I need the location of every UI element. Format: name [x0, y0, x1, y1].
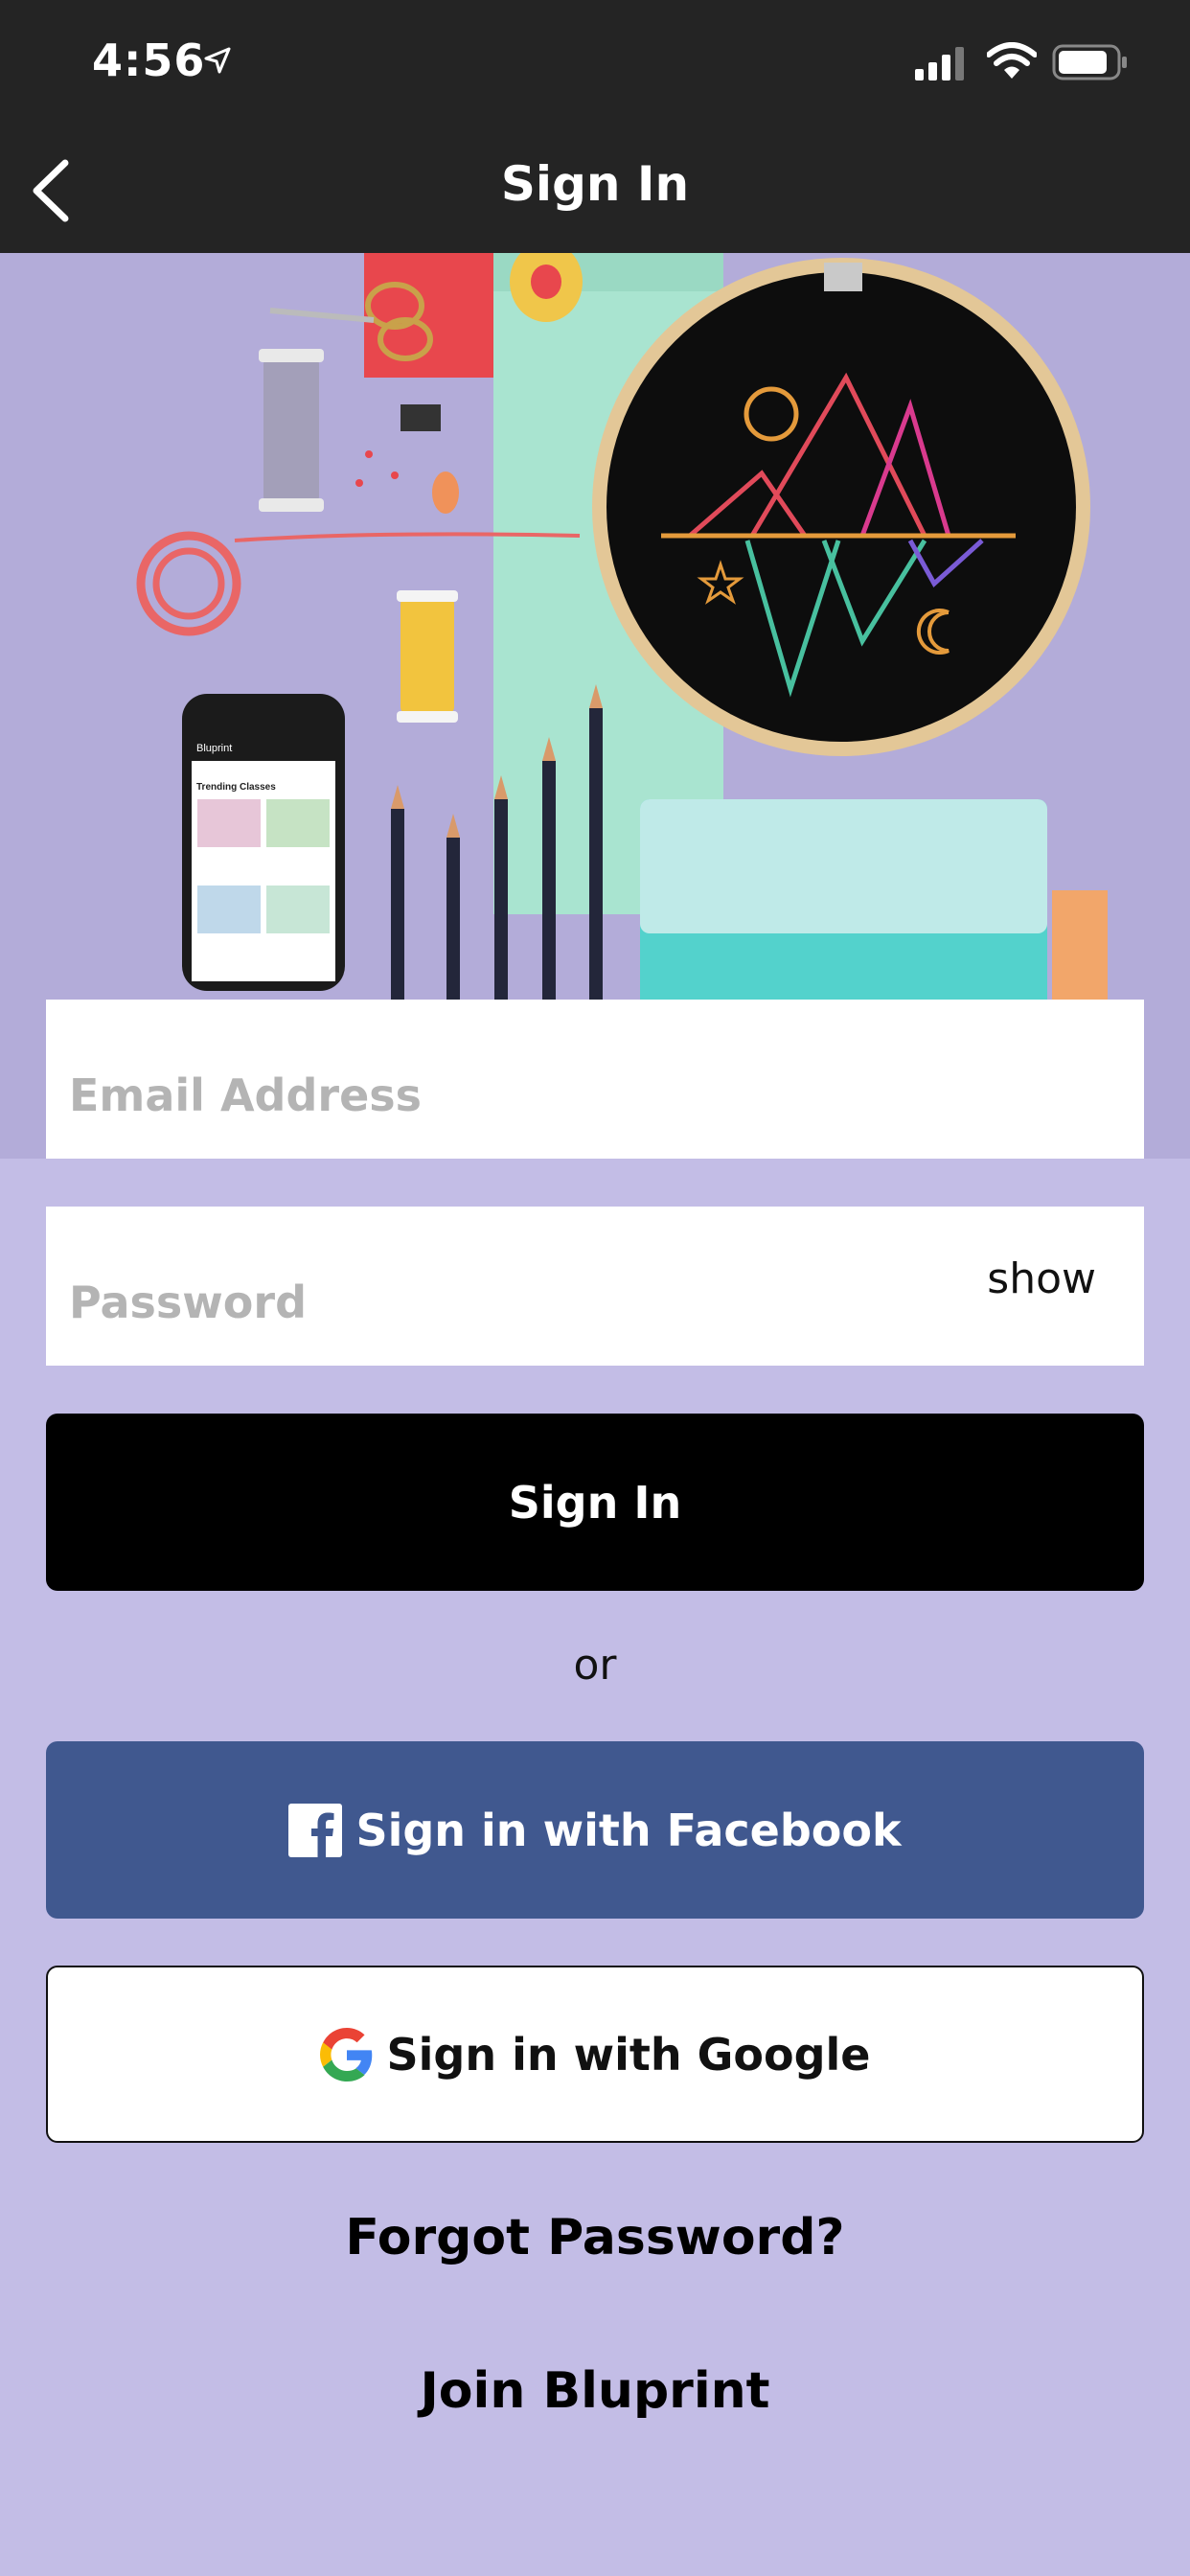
facebook-sign-in-button[interactable]: Sign in with Facebook: [46, 1741, 1144, 1919]
sign-in-button[interactable]: Sign In: [46, 1414, 1144, 1591]
status-time: 4:56: [92, 34, 206, 86]
sign-in-button-label: Sign In: [508, 1476, 682, 1529]
join-bluprint-link[interactable]: Join Bluprint: [0, 2362, 1190, 2420]
google-button-label: Sign in with Google: [386, 2028, 871, 2081]
page-title: Sign In: [500, 156, 690, 212]
phone-section-title: Trending Classes: [196, 782, 276, 793]
facebook-button-label: Sign in with Facebook: [355, 1804, 902, 1856]
forgot-password-link[interactable]: Forgot Password?: [0, 2209, 1190, 2266]
status-bar: 4:56: [0, 0, 1190, 127]
or-divider-text: or: [573, 1641, 617, 1690]
google-logo-icon: [319, 2027, 374, 2082]
wifi-icon: [986, 42, 1038, 84]
location-arrow-icon: [203, 46, 232, 79]
navigation-bar: Sign In: [0, 127, 1190, 253]
password-field[interactable]: show: [46, 1207, 1144, 1366]
show-password-toggle[interactable]: show: [987, 1254, 1096, 1303]
facebook-logo-icon: [288, 1803, 343, 1857]
phone-app-name: Bluprint: [196, 743, 232, 754]
email-field[interactable]: [46, 1000, 1144, 1159]
google-sign-in-button[interactable]: Sign in with Google: [46, 1966, 1144, 2143]
cellular-signal-icon: [915, 46, 969, 84]
email-input[interactable]: [46, 1000, 1144, 1159]
password-input[interactable]: [46, 1207, 1144, 1366]
battery-icon: [1052, 44, 1129, 84]
